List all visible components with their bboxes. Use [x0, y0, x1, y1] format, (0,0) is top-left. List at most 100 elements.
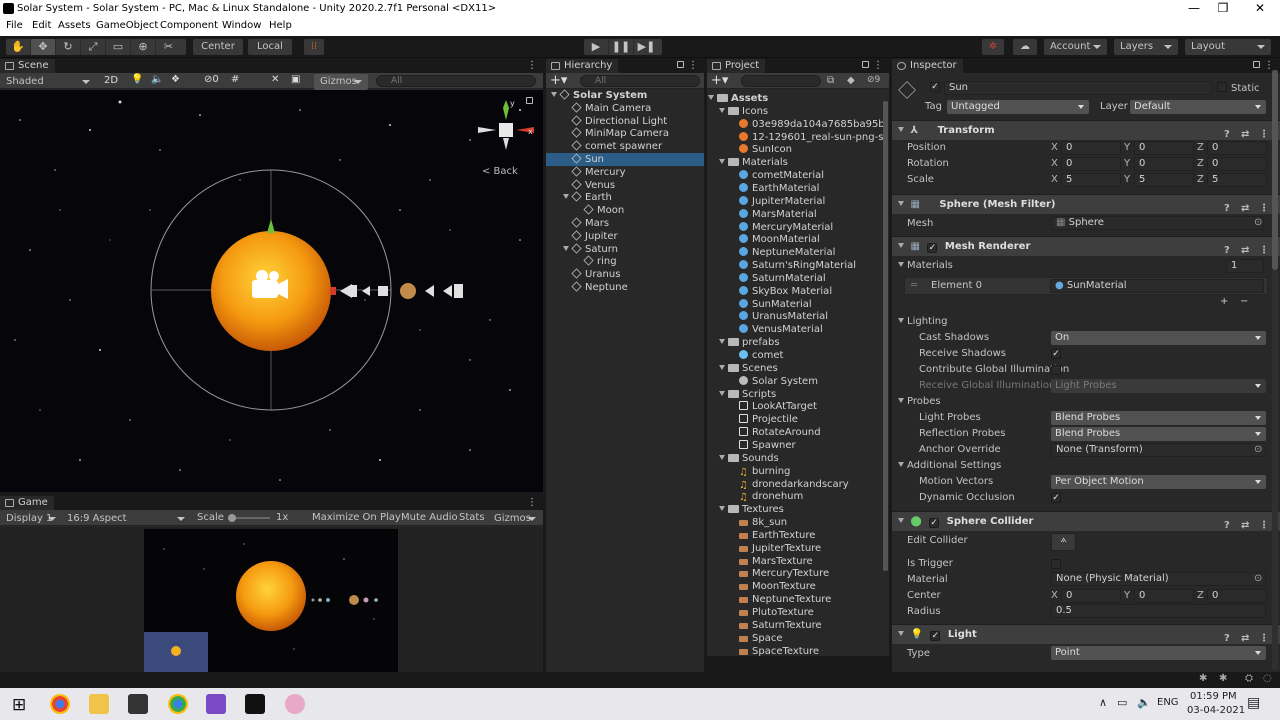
project-item[interactable]: Icons — [707, 105, 768, 118]
store-icon[interactable] — [128, 694, 148, 714]
transform-header[interactable]: ⅄ Transform ? ⇄ ⋮ — [892, 120, 1280, 140]
move-tool-icon[interactable]: ✥ — [31, 39, 56, 55]
anchor-override-picker-icon[interactable]: ⊙ — [1254, 444, 1262, 455]
project-item[interactable]: ♫ burning — [707, 465, 790, 478]
project-search-input[interactable] — [741, 75, 821, 87]
project-item[interactable]: comet — [707, 349, 783, 362]
project-item[interactable]: MarsMaterial — [707, 208, 817, 221]
center-x-field[interactable]: 0 — [1061, 589, 1121, 603]
menu-gameobject[interactable]: GameObject — [96, 20, 158, 31]
remove-element-icon[interactable]: − — [1240, 296, 1248, 307]
project-item[interactable]: UranusMaterial — [707, 310, 828, 323]
tab-game[interactable]: Game — [0, 496, 54, 510]
position-y-field[interactable]: 0 — [1134, 141, 1194, 155]
project-add-icon[interactable]: +▾ — [711, 73, 728, 88]
hierarchy-menu-icon[interactable]: ⋮ — [688, 60, 698, 71]
display-dropdown[interactable]: Display 1 — [0, 511, 62, 527]
project-item[interactable]: 8k_sun — [707, 516, 787, 529]
project-item[interactable]: NeptuneTexture — [707, 593, 831, 606]
tray-chevron-icon[interactable]: ∧ — [1099, 696, 1107, 709]
project-item[interactable]: ♫ dronedarkandscary — [707, 478, 849, 491]
project-item[interactable]: PlutoTexture — [707, 606, 814, 619]
is-trigger-checkbox[interactable] — [1051, 559, 1061, 569]
project-item[interactable]: Projectile — [707, 413, 798, 426]
grid-snap-icon[interactable]: ⁞⁞ — [304, 39, 324, 55]
reflection-probes-dropdown[interactable]: Blend Probes — [1051, 427, 1266, 441]
materials-foldout[interactable]: Materials — [898, 260, 953, 271]
materials-count-field[interactable]: 1 — [1226, 259, 1264, 273]
anchor-override-field[interactable]: None (Transform) — [1051, 443, 1266, 457]
effects-toggle-icon[interactable]: ❖ — [171, 74, 180, 85]
tab-project[interactable]: Project — [707, 59, 766, 73]
jupiter-sphere[interactable] — [400, 283, 416, 299]
inspector-scrollbar[interactable] — [1272, 70, 1278, 670]
stats-toggle[interactable]: Stats — [459, 512, 485, 523]
hierarchy-item[interactable]: Mars — [546, 217, 704, 230]
menu-window[interactable]: Window — [222, 20, 261, 31]
snip-tool-icon[interactable] — [285, 694, 305, 714]
hierarchy-item[interactable]: Saturn — [546, 243, 704, 256]
tab-scene[interactable]: Scene — [0, 59, 55, 73]
hierarchy-item[interactable]: Sun — [546, 153, 704, 166]
layers-dropdown[interactable]: Layers — [1114, 39, 1178, 55]
project-item[interactable]: LookAtTarget — [707, 400, 817, 413]
y-axis-handle[interactable] — [267, 219, 275, 233]
search-by-label-icon[interactable]: ◆ — [847, 75, 855, 86]
layer-dropdown[interactable]: Default — [1130, 100, 1266, 114]
visual-studio-icon[interactable] — [206, 694, 226, 714]
collider-material-picker-icon[interactable]: ⊙ — [1254, 573, 1262, 584]
chrome-icon[interactable] — [50, 694, 70, 714]
pivot-local-button[interactable]: Local — [248, 39, 292, 55]
menu-edit[interactable]: Edit — [32, 20, 51, 31]
mesh-renderer-enabled-checkbox[interactable]: ✓ — [927, 243, 938, 253]
element0-field[interactable]: ● SunMaterial — [1050, 279, 1264, 293]
audio-toggle-icon[interactable]: 🔈 — [151, 74, 163, 85]
rotation-x-field[interactable]: 0 — [1061, 157, 1121, 171]
object-name-field[interactable]: Sun — [944, 81, 1212, 95]
project-scrollbar[interactable] — [883, 101, 888, 571]
progress-icon[interactable]: ✱ — [1219, 673, 1227, 684]
lighting-toggle-icon[interactable]: 💡 — [131, 74, 143, 85]
menu-component[interactable]: Component — [160, 20, 218, 31]
project-item[interactable]: MoonMaterial — [707, 233, 820, 246]
cast-shadows-dropdown[interactable]: On — [1051, 331, 1266, 345]
tag-dropdown[interactable]: Untagged — [947, 100, 1089, 114]
language-indicator[interactable]: ENG — [1157, 697, 1179, 708]
expand-arrow-icon[interactable] — [563, 245, 569, 251]
check-icon[interactable]: ◌ — [1263, 673, 1272, 684]
windows-start-icon[interactable]: ⊞ — [12, 695, 26, 715]
bug-icon[interactable]: ✱ — [1199, 673, 1207, 684]
clock-time[interactable]: 01:59 PM — [1190, 691, 1237, 702]
mesh-renderer-foldout[interactable] — [898, 243, 904, 248]
position-x-field[interactable]: 0 — [1061, 141, 1121, 155]
game-gizmos-dropdown[interactable]: Gizmos — [488, 511, 542, 527]
project-item[interactable]: SaturnMaterial — [707, 272, 826, 285]
scale-x-field[interactable]: 5 — [1061, 173, 1121, 187]
project-item[interactable]: JupiterMaterial — [707, 195, 825, 208]
custom-tool-icon[interactable]: ✂ — [156, 39, 181, 55]
mesh-filter-header[interactable]: ▦ Sphere (Mesh Filter) ? ⇄ ⋮ — [892, 194, 1280, 214]
project-item[interactable]: SpaceTexture — [707, 645, 819, 656]
probes-section[interactable]: Probes — [898, 396, 941, 407]
hierarchy-search-input[interactable]: All — [580, 75, 700, 87]
tab-inspector[interactable]: Inspector — [892, 59, 963, 73]
additional-settings-section[interactable]: Additional Settings — [898, 460, 1001, 471]
hierarchy-item[interactable]: Directional Light — [546, 115, 704, 128]
project-item[interactable]: Scenes — [707, 362, 778, 375]
scale-slider-thumb[interactable] — [228, 514, 236, 522]
scale-y-field[interactable]: 5 — [1134, 173, 1194, 187]
aspect-dropdown[interactable]: 16:9 Aspect — [61, 511, 191, 527]
project-item[interactable]: prefabs — [707, 336, 780, 349]
play-icon[interactable]: ▶ — [584, 39, 609, 55]
tools-icon[interactable]: ✕ — [271, 74, 279, 85]
cloud-icon[interactable]: ☁ — [1013, 39, 1037, 55]
position-z-field[interactable]: 0 — [1207, 141, 1267, 155]
project-item[interactable]: Solar System — [707, 375, 818, 388]
active-checkbox[interactable]: ✓ — [930, 82, 940, 92]
network-icon[interactable]: ▭ — [1117, 696, 1127, 709]
hierarchy-item[interactable]: Uranus — [546, 268, 704, 281]
expand-arrow-icon[interactable] — [719, 454, 725, 460]
collab-icon[interactable]: ✲ — [982, 39, 1004, 55]
expand-arrow-icon[interactable] — [719, 107, 725, 113]
expand-arrow-icon[interactable] — [551, 92, 557, 97]
